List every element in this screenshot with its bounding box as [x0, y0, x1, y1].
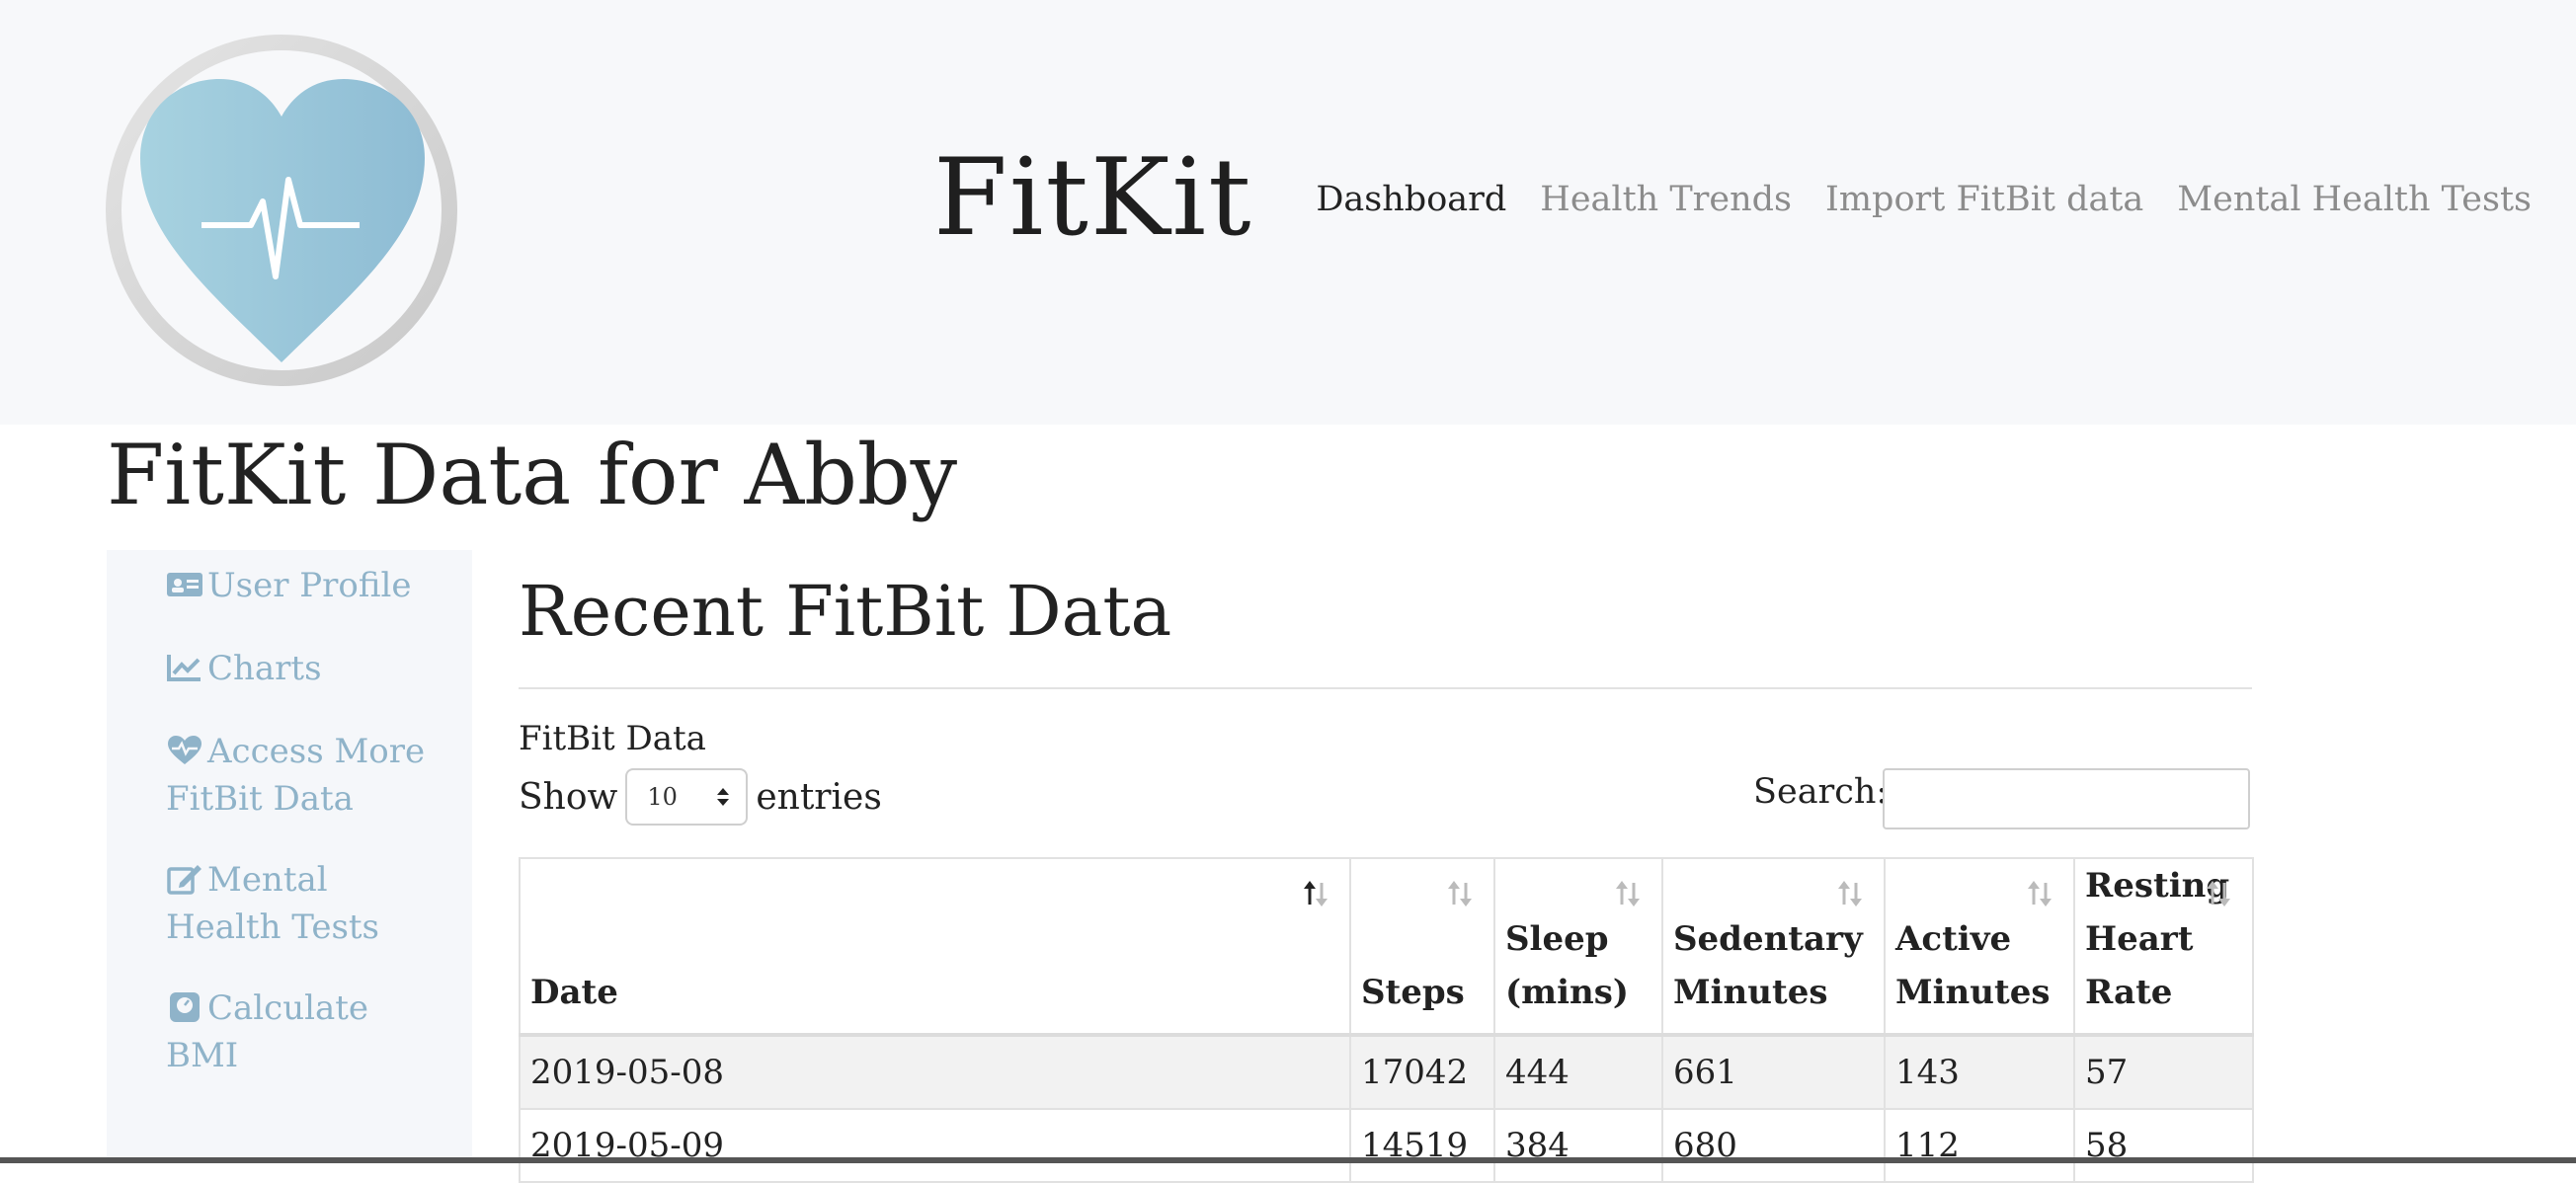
sort-icon: [1838, 881, 1862, 907]
show-label: Show: [519, 776, 618, 818]
sidebar-item-charts[interactable]: Charts: [166, 645, 433, 692]
site-header: FitKit Dashboard Health Trends Import Fi…: [0, 0, 2576, 425]
cell-date: 2019-05-08: [519, 1034, 1351, 1110]
table-caption: FitBit Data: [519, 719, 706, 758]
column-header-sleep[interactable]: Sleep (mins): [1493, 857, 1663, 1037]
cell-date: 2019-05-09: [519, 1108, 1351, 1183]
nav-health-trends[interactable]: Health Trends: [1540, 180, 1792, 219]
sidebar-item-label: User Profile: [207, 566, 412, 605]
sidebar-item-label: Access More FitBit Data: [166, 732, 426, 819]
column-header-sedentary-minutes[interactable]: Sedentary Minutes: [1661, 857, 1886, 1037]
nav-import-fitbit-data[interactable]: Import FitBit data: [1825, 180, 2143, 219]
entries-select-value: 10: [647, 783, 678, 811]
cell-active: 143: [1884, 1034, 2075, 1110]
cell-resting-hr: 57: [2073, 1034, 2254, 1110]
page-title: FitKit Data for Abby: [107, 427, 958, 523]
sort-updown-icon: [717, 788, 730, 806]
sidebar-item-mental-health-tests[interactable]: Mental Health Tests: [166, 856, 433, 951]
entries-label: entries: [756, 776, 882, 818]
cell-steps: 14519: [1349, 1108, 1495, 1183]
cell-sleep: 384: [1493, 1108, 1663, 1183]
column-header-active-minutes[interactable]: Active Minutes: [1884, 857, 2075, 1037]
sidebar-item-access-more-fitbit-data[interactable]: Access More FitBit Data: [166, 728, 433, 823]
cell-steps: 17042: [1349, 1034, 1495, 1110]
table-row: 2019-05-08 17042 444 661 143 57: [519, 1034, 2254, 1110]
edit-icon: [167, 865, 201, 895]
entries-length-control: Show 10 entries: [519, 768, 882, 826]
cell-sedentary: 680: [1661, 1108, 1886, 1183]
cell-active: 112: [1884, 1108, 2075, 1183]
sort-active-icon: [1304, 881, 1328, 907]
sort-icon: [2207, 881, 2230, 907]
nav-mental-health-tests[interactable]: Mental Health Tests: [2177, 180, 2532, 219]
heart-logo-icon[interactable]: [103, 32, 460, 389]
sidebar-item-user-profile[interactable]: User Profile: [166, 562, 433, 609]
nav-dashboard[interactable]: Dashboard: [1316, 180, 1506, 219]
id-card-icon: [167, 573, 202, 596]
column-header-resting-heart-rate[interactable]: Resting Heart Rate: [2073, 857, 2254, 1037]
entries-select[interactable]: 10: [625, 768, 749, 826]
sidebar-item-calculate-bmi[interactable]: Calculate BMI: [166, 985, 433, 1079]
sort-icon: [2028, 881, 2052, 907]
table-row: 2019-05-09 14519 384 680 112 58: [519, 1108, 2254, 1183]
heartbeat-icon: [168, 736, 201, 764]
search-label: Search:: [1753, 772, 1889, 812]
brand-title[interactable]: FitKit: [933, 136, 1253, 260]
scale-icon: [170, 992, 200, 1022]
fitbit-data-table: Date Steps Sleep (mins) Sedentary Minute…: [519, 857, 2254, 1183]
sidebar-item-label: Charts: [207, 649, 322, 688]
cell-resting-hr: 58: [2073, 1108, 2254, 1183]
top-nav: Dashboard Health Trends Import FitBit da…: [1316, 180, 2532, 219]
sort-icon: [1448, 881, 1472, 907]
section-title: Recent FitBit Data: [519, 571, 1172, 652]
search-input[interactable]: [1883, 768, 2250, 829]
line-chart-icon: [167, 655, 201, 681]
cell-sedentary: 661: [1661, 1034, 1886, 1110]
column-header-steps[interactable]: Steps: [1349, 857, 1495, 1037]
column-header-date[interactable]: Date: [519, 857, 1351, 1037]
sidebar: User Profile Charts Access More FitBit D…: [107, 550, 472, 1163]
window-bottom-edge: [0, 1157, 2576, 1163]
divider: [519, 687, 2252, 689]
sort-icon: [1616, 881, 1640, 907]
cell-sleep: 444: [1493, 1034, 1663, 1110]
